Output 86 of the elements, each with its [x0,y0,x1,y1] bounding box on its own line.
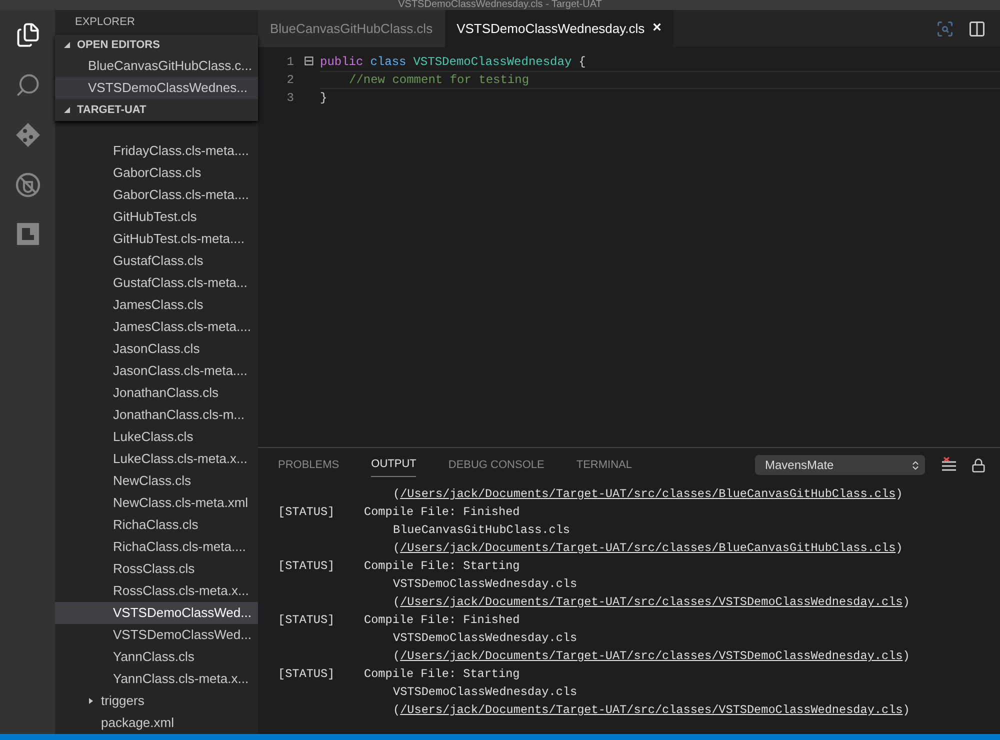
parenthesis: ( [393,702,400,720]
panel-tab[interactable]: PROBLEMS [278,454,340,476]
parenthesis: ( [393,540,400,558]
split-editor-icon[interactable] [968,20,986,38]
section-header[interactable]: TARGET-UAT [77,102,146,118]
panel-tab[interactable]: DEBUG CONSOLE [448,454,544,476]
file-item[interactable]: GitHubTest.cls-meta.... [55,228,258,250]
parenthesis: ( [393,486,400,504]
status-tag: [STATUS] [278,558,364,576]
status-tag: [STATUS] [278,666,364,684]
file-item[interactable]: GustafClass.cls [55,250,258,272]
window-title: VSTSDemoClassWednesday.cls - Target-UAT [398,0,602,10]
file-item[interactable]: JonathanClass.cls [55,382,258,404]
file-item[interactable]: JamesClass.cls [55,294,258,316]
parenthesis: ) [896,540,903,558]
output-text: VSTSDemoClassWednesday.cls [393,684,578,702]
parenthesis: ( [393,648,400,666]
parenthesis: ) [902,594,910,612]
files-icon[interactable] [14,22,40,48]
file-item[interactable]: JonathanClass.cls-m... [55,404,258,426]
file-item[interactable]: package.xml [55,712,258,734]
close-tab-button[interactable]: × [652,17,662,40]
file-item[interactable]: RichaClass.cls [55,514,258,536]
clear-output-icon[interactable] [941,457,957,473]
caret-icon[interactable] [63,41,71,49]
file-item[interactable]: GitHubTest.cls [55,206,258,228]
file-item[interactable]: LukeClass.cls-meta.x... [55,448,258,470]
panel-tab[interactable]: OUTPUT [371,453,416,477]
code-line: } [320,90,328,107]
file-path-link[interactable]: /Users/jack/Documents/Target-UAT/src/classes/VSTSDemoClassWednesday.cls [400,594,903,612]
parenthesis: ) [896,486,903,504]
open-editor-item[interactable]: VSTSDemoClassWednes... [55,77,258,99]
output-channel-dropdown[interactable]: MavensMate [755,455,925,475]
folder-item[interactable]: triggers [55,690,258,712]
line-number: 3 [286,90,295,107]
output-text: Compile File: Starting [364,666,520,684]
file-item[interactable]: FridayClass.cls-meta.... [55,140,258,162]
file-item[interactable]: GaborClass.cls-meta.... [55,184,258,206]
fold-button[interactable]: ⊟ [304,52,314,72]
line-number: 2 [286,72,295,89]
file-item[interactable]: GaborClass.cls [55,162,258,184]
parenthesis: ( [393,594,400,612]
section-header[interactable]: OPEN EDITORS [77,36,160,54]
file-path-link[interactable]: /Users/jack/Documents/Target-UAT/src/classes/BlueCanvasGitHubClass.cls [400,540,896,558]
file-path-link[interactable]: /Users/jack/Documents/Target-UAT/src/classes/VSTSDemoClassWednesday.cls [400,648,903,666]
file-item[interactable]: YannClass.cls [55,646,258,668]
status-tag: [STATUS] [278,612,364,630]
output-text: VSTSDemoClassWednesday.cls [393,630,578,648]
editor-tab[interactable]: BlueCanvasGitHubClass.cls [258,10,445,47]
editor-tab[interactable]: VSTSDemoClassWednesday.cls × [444,10,674,47]
file-item[interactable]: YannClass.cls-meta.x... [55,668,258,690]
open-editor-item[interactable]: BlueCanvasGitHubClass.c... [55,55,258,77]
file-item[interactable]: NewClass.cls-meta.xml [55,492,258,514]
line-number: 1 [286,54,295,71]
search-icon[interactable] [936,20,954,38]
file-item[interactable]: JasonClass.cls-meta.... [55,360,258,382]
output-text: VSTSDemoClassWednesday.cls [393,576,578,594]
panel-tab[interactable]: TERMINAL [576,454,632,476]
updown-icon [910,460,921,470]
lock-icon[interactable] [971,458,986,472]
status-tag: [STATUS] [278,504,364,522]
output-text: Compile File: Finished [364,612,520,630]
file-item[interactable]: RichaClass.cls-meta.... [55,536,258,558]
parenthesis: ) [902,648,910,666]
file-item[interactable]: VSTSDemoClassWed... [55,602,258,624]
file-item[interactable]: GustafClass.cls-meta... [55,272,258,294]
extensions-icon[interactable] [16,222,40,246]
sidebar-title: EXPLORER [75,15,135,30]
caret-icon[interactable] [87,697,95,705]
code-line: //new comment for testing [320,71,1000,89]
code-line: public class VSTSDemoClassWednesday { [320,54,587,71]
file-item[interactable]: VSTSDemoClassWed... [55,624,258,646]
parenthesis: ) [902,702,910,720]
file-item[interactable]: RossClass.cls [55,558,258,580]
file-path-link[interactable]: /Users/jack/Documents/Target-UAT/src/classes/BlueCanvasGitHubClass.cls [400,486,896,504]
file-item[interactable]: RossClass.cls-meta.x... [55,580,258,602]
file-item[interactable]: LukeClass.cls [55,426,258,448]
file-path-link[interactable]: /Users/jack/Documents/Target-UAT/src/classes/VSTSDemoClassWednesday.cls [400,702,903,720]
file-item[interactable]: NewClass.cls [55,470,258,492]
output-text: Compile File: Finished [364,504,520,522]
output-text: Compile File: Starting [364,558,520,576]
caret-icon[interactable] [63,106,71,114]
file-item[interactable]: JamesClass.cls-meta.... [55,316,258,338]
output-text: BlueCanvasGitHubClass.cls [393,522,570,540]
file-item[interactable]: JasonClass.cls [55,338,258,360]
search-icon[interactable] [14,72,40,98]
